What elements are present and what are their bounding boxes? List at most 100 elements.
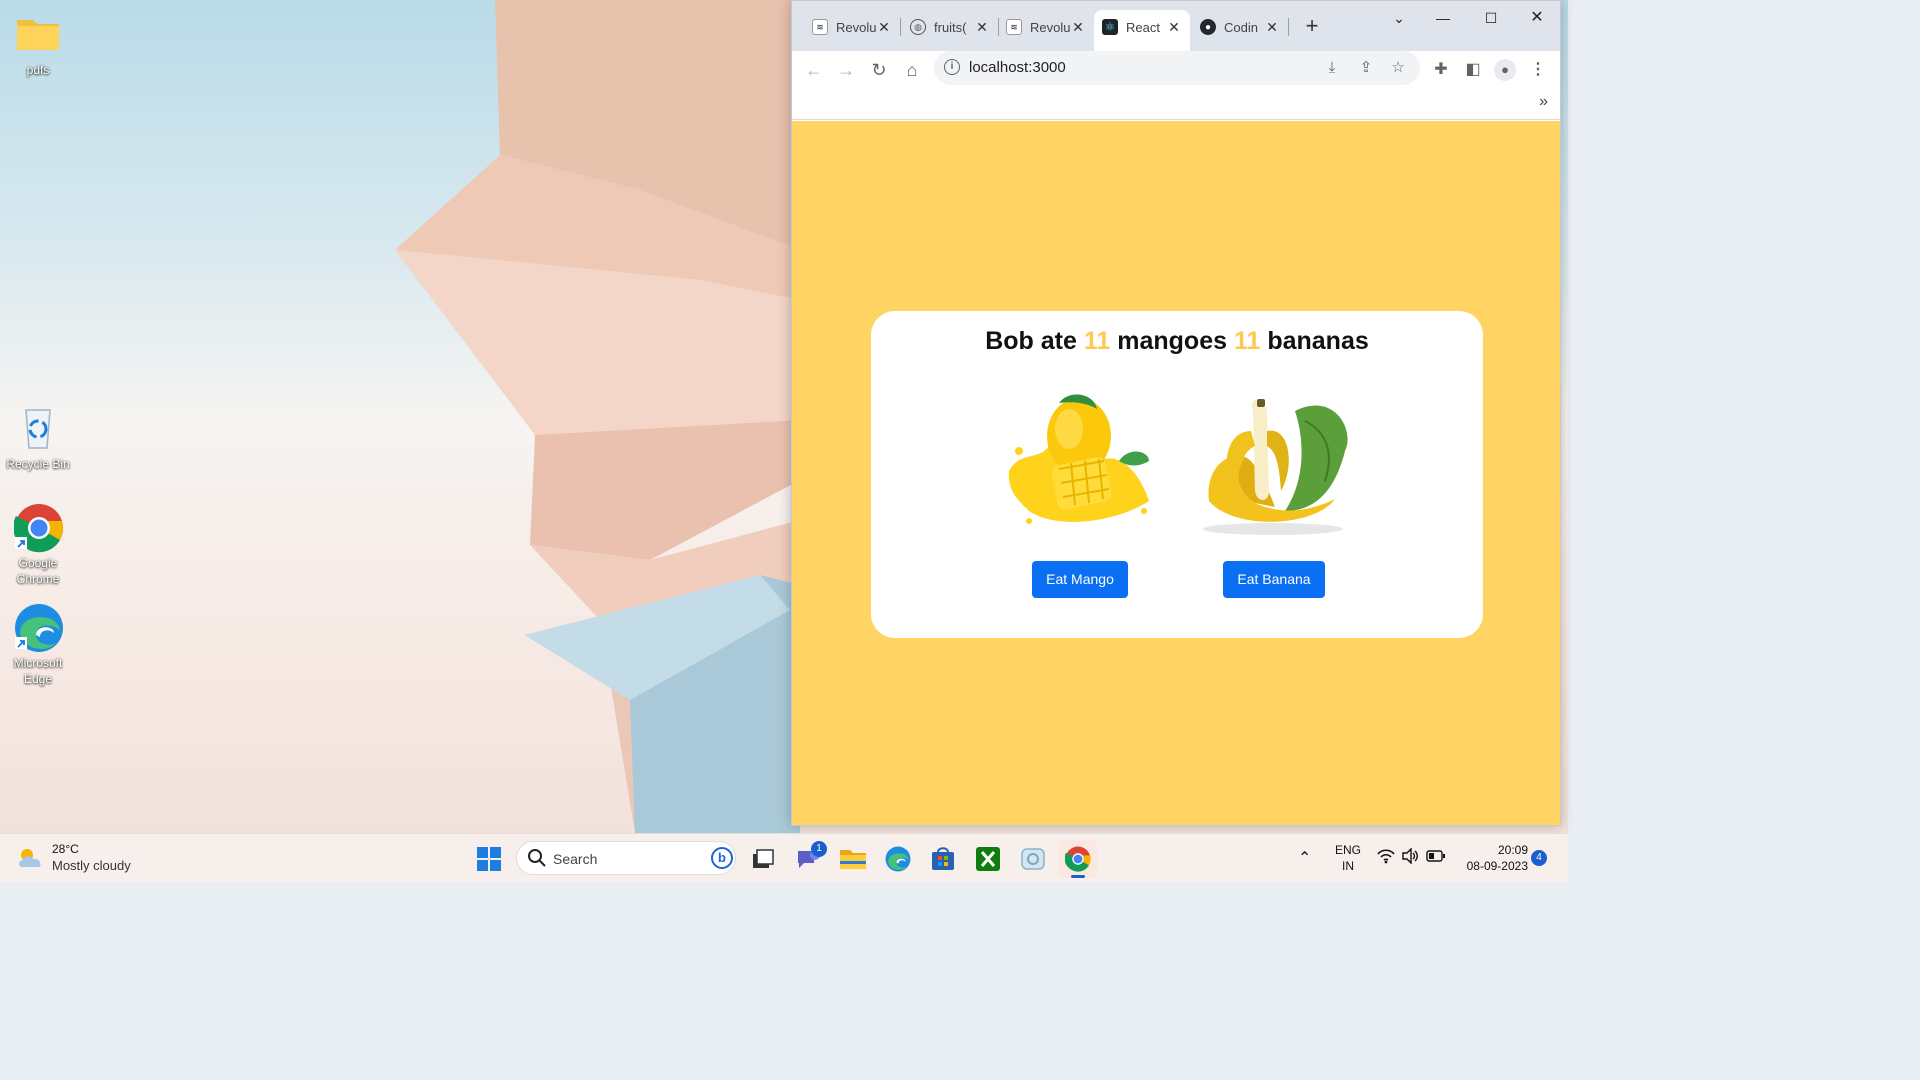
install-app-icon[interactable]: ⤓ <box>1320 56 1344 80</box>
globe-icon: ◍ <box>910 19 926 35</box>
nxt-wave-icon: ≋ <box>812 19 828 35</box>
close-window-button[interactable]: ✕ <box>1514 5 1560 31</box>
desktop-icon-pdfs[interactable]: pdfs <box>0 10 76 78</box>
xbox-icon[interactable] <box>969 840 1007 878</box>
tab-codin[interactable]: ● Codin ✕ <box>1192 10 1288 44</box>
search-icon <box>527 848 547 873</box>
home-icon[interactable]: ⌂ <box>898 56 926 84</box>
recycle-bin-icon <box>14 404 62 452</box>
tab-title: Codin <box>1224 19 1258 35</box>
tab-title: React <box>1126 19 1160 35</box>
mango-count: 11 <box>1083 327 1111 355</box>
weather-widget[interactable]: 28°C Mostly cloudy <box>16 842 131 874</box>
tab-title: Revolu <box>1030 19 1070 35</box>
forward-icon[interactable]: → <box>832 56 860 84</box>
chrome-icon <box>13 503 64 553</box>
maximize-button[interactable]: ☐ <box>1468 5 1514 31</box>
banana-count: 11 <box>1233 327 1261 355</box>
language-code: ENG <box>1334 843 1361 857</box>
minimize-button[interactable]: — <box>1420 5 1466 31</box>
bookmark-star-icon[interactable]: ☆ <box>1386 56 1410 80</box>
tab-fruits[interactable]: ◍ fruits( ✕ <box>902 10 998 44</box>
page-title: Bob ate 11 mangoes 11 bananas <box>871 327 1483 356</box>
headline-text: bananas <box>1260 327 1369 355</box>
tab-separator <box>1288 18 1289 36</box>
info-icon[interactable]: i <box>944 59 960 75</box>
side-panel-icon[interactable]: ◧ <box>1459 56 1487 84</box>
active-app-indicator <box>1071 875 1085 878</box>
bookmarks-bar: » <box>792 89 1560 120</box>
bookmarks-overflow-icon[interactable]: » <box>1539 93 1548 111</box>
clock[interactable]: 20:09 08-09-2023 <box>1456 842 1528 874</box>
clock-time: 20:09 <box>1497 843 1528 857</box>
headline-text: Bob ate <box>985 327 1084 355</box>
tab-strip: ≋ Revolu ✕ ◍ fruits( ✕ ≋ Revolu ✕ ⚛ Reac… <box>792 1 1560 51</box>
desktop-icon-google-chrome[interactable]: Google Chrome <box>0 503 76 587</box>
address-url: localhost:3000 <box>969 59 1066 76</box>
volume-icon[interactable] <box>1401 847 1419 867</box>
start-button[interactable] <box>470 840 508 878</box>
desktop-icon-recycle-bin[interactable]: Recycle Bin <box>0 404 76 472</box>
tab-revolu-2[interactable]: ≋ Revolu ✕ <box>998 10 1094 44</box>
language-indicator[interactable]: ENG IN <box>1330 842 1366 874</box>
edge-taskbar-icon[interactable] <box>879 840 917 878</box>
desktop-icon-label: Recycle Bin <box>6 457 70 471</box>
tab-search-chevron-icon[interactable]: ⌄ <box>1376 5 1422 31</box>
github-icon: ● <box>1200 19 1216 35</box>
mango-image <box>999 391 1159 541</box>
nxt-wave-icon: ≋ <box>1006 19 1022 35</box>
photos-icon[interactable] <box>1014 840 1052 878</box>
tab-title: fruits( <box>934 19 967 35</box>
folder-icon <box>14 10 62 58</box>
chrome-taskbar-icon[interactable] <box>1059 840 1097 878</box>
close-icon[interactable]: ✕ <box>876 19 892 36</box>
desktop-icon-label: Google Chrome <box>16 556 60 586</box>
teams-chat-icon[interactable]: 1 <box>789 840 827 878</box>
weather-cloud-icon <box>16 843 46 873</box>
eat-mango-button[interactable]: Eat Mango <box>1032 561 1128 598</box>
weather-condition: Mostly cloudy <box>52 858 131 873</box>
close-icon[interactable]: ✕ <box>974 19 990 36</box>
region-code: IN <box>1342 859 1354 873</box>
bing-icon: b <box>711 847 733 869</box>
headline-text: mangoes <box>1110 327 1234 355</box>
profile-avatar-icon[interactable]: ● <box>1491 56 1519 84</box>
taskbar: 28°C Mostly cloudy Search b 1 ⌃ ENG IN 2… <box>0 833 1568 882</box>
extensions-icon[interactable]: ✚ <box>1427 56 1455 84</box>
back-icon[interactable]: ← <box>800 56 828 84</box>
share-icon[interactable]: ⇪ <box>1354 56 1378 80</box>
task-view-icon[interactable] <box>744 840 782 878</box>
file-explorer-icon[interactable] <box>834 840 872 878</box>
weather-temp: 28°C <box>52 842 79 856</box>
desktop-icon-label: pdfs <box>26 63 50 77</box>
fruits-card: Bob ate 11 mangoes 11 bananas Eat Mango … <box>871 311 1483 638</box>
banana-image <box>1195 391 1355 541</box>
close-icon[interactable]: ✕ <box>1166 19 1182 36</box>
new-tab-button[interactable]: + <box>1298 13 1326 41</box>
close-icon[interactable]: ✕ <box>1070 19 1086 36</box>
taskbar-search[interactable]: Search b <box>516 841 736 875</box>
microsoft-store-icon[interactable] <box>924 840 962 878</box>
teams-badge: 1 <box>811 841 827 857</box>
eat-banana-button[interactable]: Eat Banana <box>1223 561 1325 598</box>
reload-icon[interactable]: ↻ <box>865 56 893 84</box>
close-icon[interactable]: ✕ <box>1264 19 1280 36</box>
page-viewport: Bob ate 11 mangoes 11 bananas Eat Mango … <box>792 121 1560 825</box>
clock-date: 08-09-2023 <box>1466 859 1528 873</box>
browser-toolbar: ← → ↻ ⌂ i localhost:3000 ⤓ ⇪ ☆ ✚ ◧ ● ⋮ <box>792 51 1560 89</box>
address-bar[interactable]: i localhost:3000 ⤓ ⇪ ☆ <box>934 51 1420 85</box>
desktop-icon-microsoft-edge[interactable]: Microsoft Edge <box>0 603 76 687</box>
battery-icon[interactable] <box>1426 849 1446 866</box>
tab-react[interactable]: ⚛ React ✕ <box>1094 10 1190 51</box>
tab-separator <box>900 18 901 36</box>
wifi-icon[interactable] <box>1377 848 1395 867</box>
tab-title: Revolu <box>836 19 876 35</box>
tab-revolu-1[interactable]: ≋ Revolu ✕ <box>804 10 900 44</box>
notification-badge[interactable]: 4 <box>1531 850 1547 866</box>
browser-window: ≋ Revolu ✕ ◍ fruits( ✕ ≋ Revolu ✕ ⚛ Reac… <box>791 0 1561 826</box>
desktop-icon-label: Microsoft Edge <box>13 656 63 686</box>
menu-kebab-icon[interactable]: ⋮ <box>1524 56 1552 84</box>
show-hidden-icons[interactable]: ⌃ <box>1298 848 1311 868</box>
edge-icon <box>14 603 63 652</box>
search-placeholder: Search <box>553 851 598 867</box>
